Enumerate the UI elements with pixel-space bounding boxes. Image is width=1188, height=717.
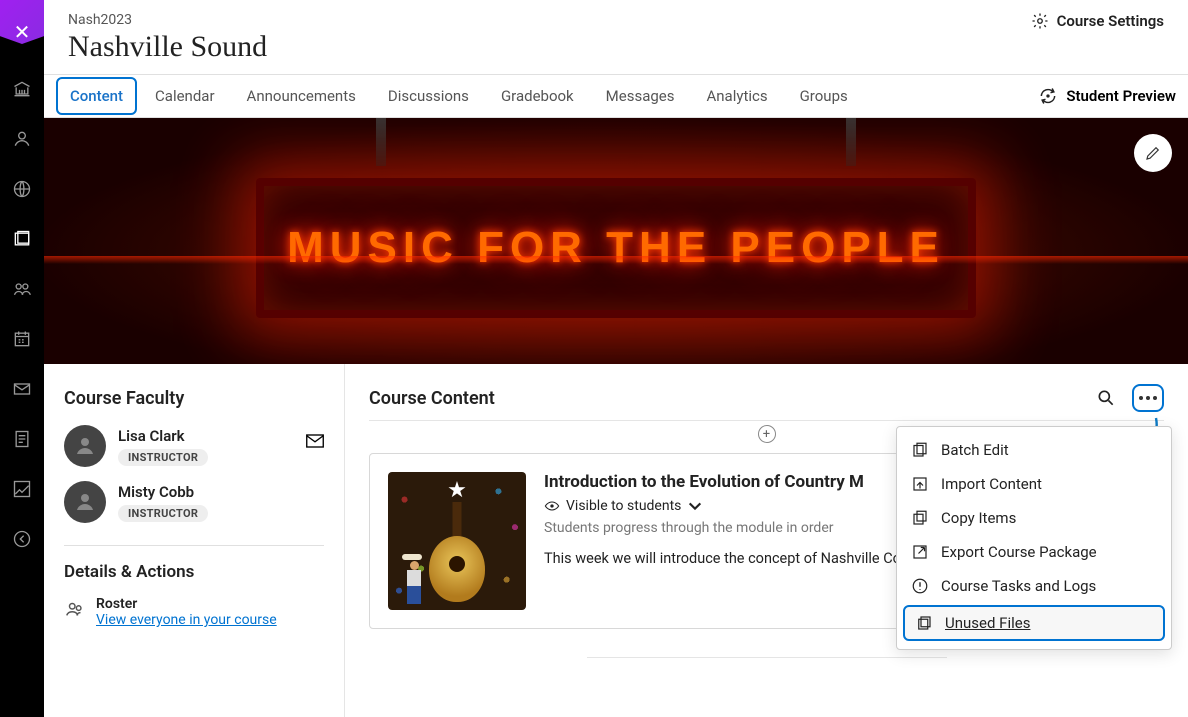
add-content-button[interactable]: +	[758, 425, 776, 443]
courses-icon[interactable]	[0, 214, 44, 264]
messages-nav-icon[interactable]	[0, 364, 44, 414]
course-code: Nash2023	[68, 12, 267, 28]
tab-analytics[interactable]: Analytics	[692, 77, 781, 115]
eye-icon	[544, 498, 560, 514]
faculty-heading: Course Faculty	[64, 388, 324, 409]
import-icon	[911, 475, 929, 493]
banner-neon-text: MUSIC FOR THE PEOPLE	[287, 223, 945, 273]
faculty-name: Lisa Clark	[118, 427, 208, 445]
details-heading: Details & Actions	[64, 562, 324, 582]
menu-tasks-logs[interactable]: Course Tasks and Logs	[897, 569, 1171, 603]
content-actions-menu: Batch Edit Import Content Copy Items Exp…	[896, 426, 1172, 650]
people-icon	[64, 598, 86, 620]
course-header: Nash2023 Nashville Sound Course Settings	[44, 0, 1188, 74]
course-settings-button[interactable]: Course Settings	[1031, 12, 1164, 30]
main-panel: Nash2023 Nashville Sound Course Settings…	[44, 0, 1188, 717]
banner-neon-sign: MUSIC FOR THE PEOPLE	[256, 178, 976, 318]
tab-gradebook[interactable]: Gradebook	[487, 77, 588, 115]
batch-edit-icon	[911, 441, 929, 459]
faculty-name: Misty Cobb	[118, 483, 208, 501]
course-banner: MUSIC FOR THE PEOPLE	[44, 118, 1188, 364]
pencil-icon	[1144, 144, 1162, 162]
edit-banner-button[interactable]	[1134, 134, 1172, 172]
tab-announcements[interactable]: Announcements	[233, 77, 370, 115]
left-column: Course Faculty Lisa Clark INSTRUCTOR Mis…	[44, 364, 344, 717]
menu-batch-edit[interactable]: Batch Edit	[897, 433, 1171, 467]
faculty-item: Misty Cobb INSTRUCTOR	[64, 481, 324, 523]
menu-export-course[interactable]: Export Course Package	[897, 535, 1171, 569]
chevron-down-icon	[687, 498, 703, 514]
export-icon	[911, 543, 929, 561]
refresh-eye-icon	[1038, 86, 1058, 106]
menu-copy-items[interactable]: Copy Items	[897, 501, 1171, 535]
globe-icon[interactable]	[0, 164, 44, 214]
signout-nav-icon[interactable]	[0, 514, 44, 564]
course-title: Nashville Sound	[68, 30, 267, 64]
tools-nav-icon[interactable]	[0, 464, 44, 514]
tab-content[interactable]: Content	[56, 77, 137, 115]
module-thumbnail: ★	[388, 472, 526, 610]
avatar	[64, 425, 106, 467]
search-icon	[1096, 388, 1116, 408]
role-badge: INSTRUCTOR	[118, 449, 208, 466]
menu-import-content[interactable]: Import Content	[897, 467, 1171, 501]
content-area: Course Faculty Lisa Clark INSTRUCTOR Mis…	[44, 364, 1188, 717]
tab-discussions[interactable]: Discussions	[374, 77, 483, 115]
roster-link[interactable]: View everyone in your course	[96, 612, 277, 628]
content-more-button[interactable]	[1132, 384, 1164, 412]
tab-groups[interactable]: Groups	[786, 77, 862, 115]
grades-nav-icon[interactable]	[0, 414, 44, 464]
course-content-heading: Course Content	[369, 388, 495, 409]
student-preview-label: Student Preview	[1066, 87, 1176, 105]
role-badge: INSTRUCTOR	[118, 505, 208, 522]
tasks-icon	[911, 577, 929, 595]
ellipsis-icon	[1139, 396, 1157, 400]
course-settings-label: Course Settings	[1057, 12, 1164, 30]
global-nav-rail: ✕	[0, 0, 44, 717]
student-preview-button[interactable]: Student Preview	[1038, 86, 1176, 106]
calendar-nav-icon[interactable]	[0, 314, 44, 364]
message-faculty-button[interactable]	[306, 433, 324, 452]
close-icon: ✕	[14, 20, 31, 44]
search-button[interactable]	[1096, 388, 1116, 408]
files-icon	[915, 614, 933, 632]
copy-icon	[911, 509, 929, 527]
roster-row: Roster View everyone in your course	[64, 596, 324, 628]
close-button[interactable]: ✕	[0, 0, 44, 64]
menu-unused-files[interactable]: Unused Files	[903, 605, 1165, 641]
course-tabs: Content Calendar Announcements Discussio…	[44, 74, 1188, 118]
profile-icon[interactable]	[0, 114, 44, 164]
visibility-label: Visible to students	[566, 498, 681, 514]
groups-nav-icon[interactable]	[0, 264, 44, 314]
institution-icon[interactable]	[0, 64, 44, 114]
avatar	[64, 481, 106, 523]
tab-calendar[interactable]: Calendar	[141, 77, 229, 115]
gear-icon	[1031, 12, 1049, 30]
tab-messages[interactable]: Messages	[592, 77, 689, 115]
roster-label: Roster	[96, 596, 277, 612]
faculty-item: Lisa Clark INSTRUCTOR	[64, 425, 324, 467]
right-column: Course Content + ★ Introduction to the E…	[344, 364, 1188, 717]
